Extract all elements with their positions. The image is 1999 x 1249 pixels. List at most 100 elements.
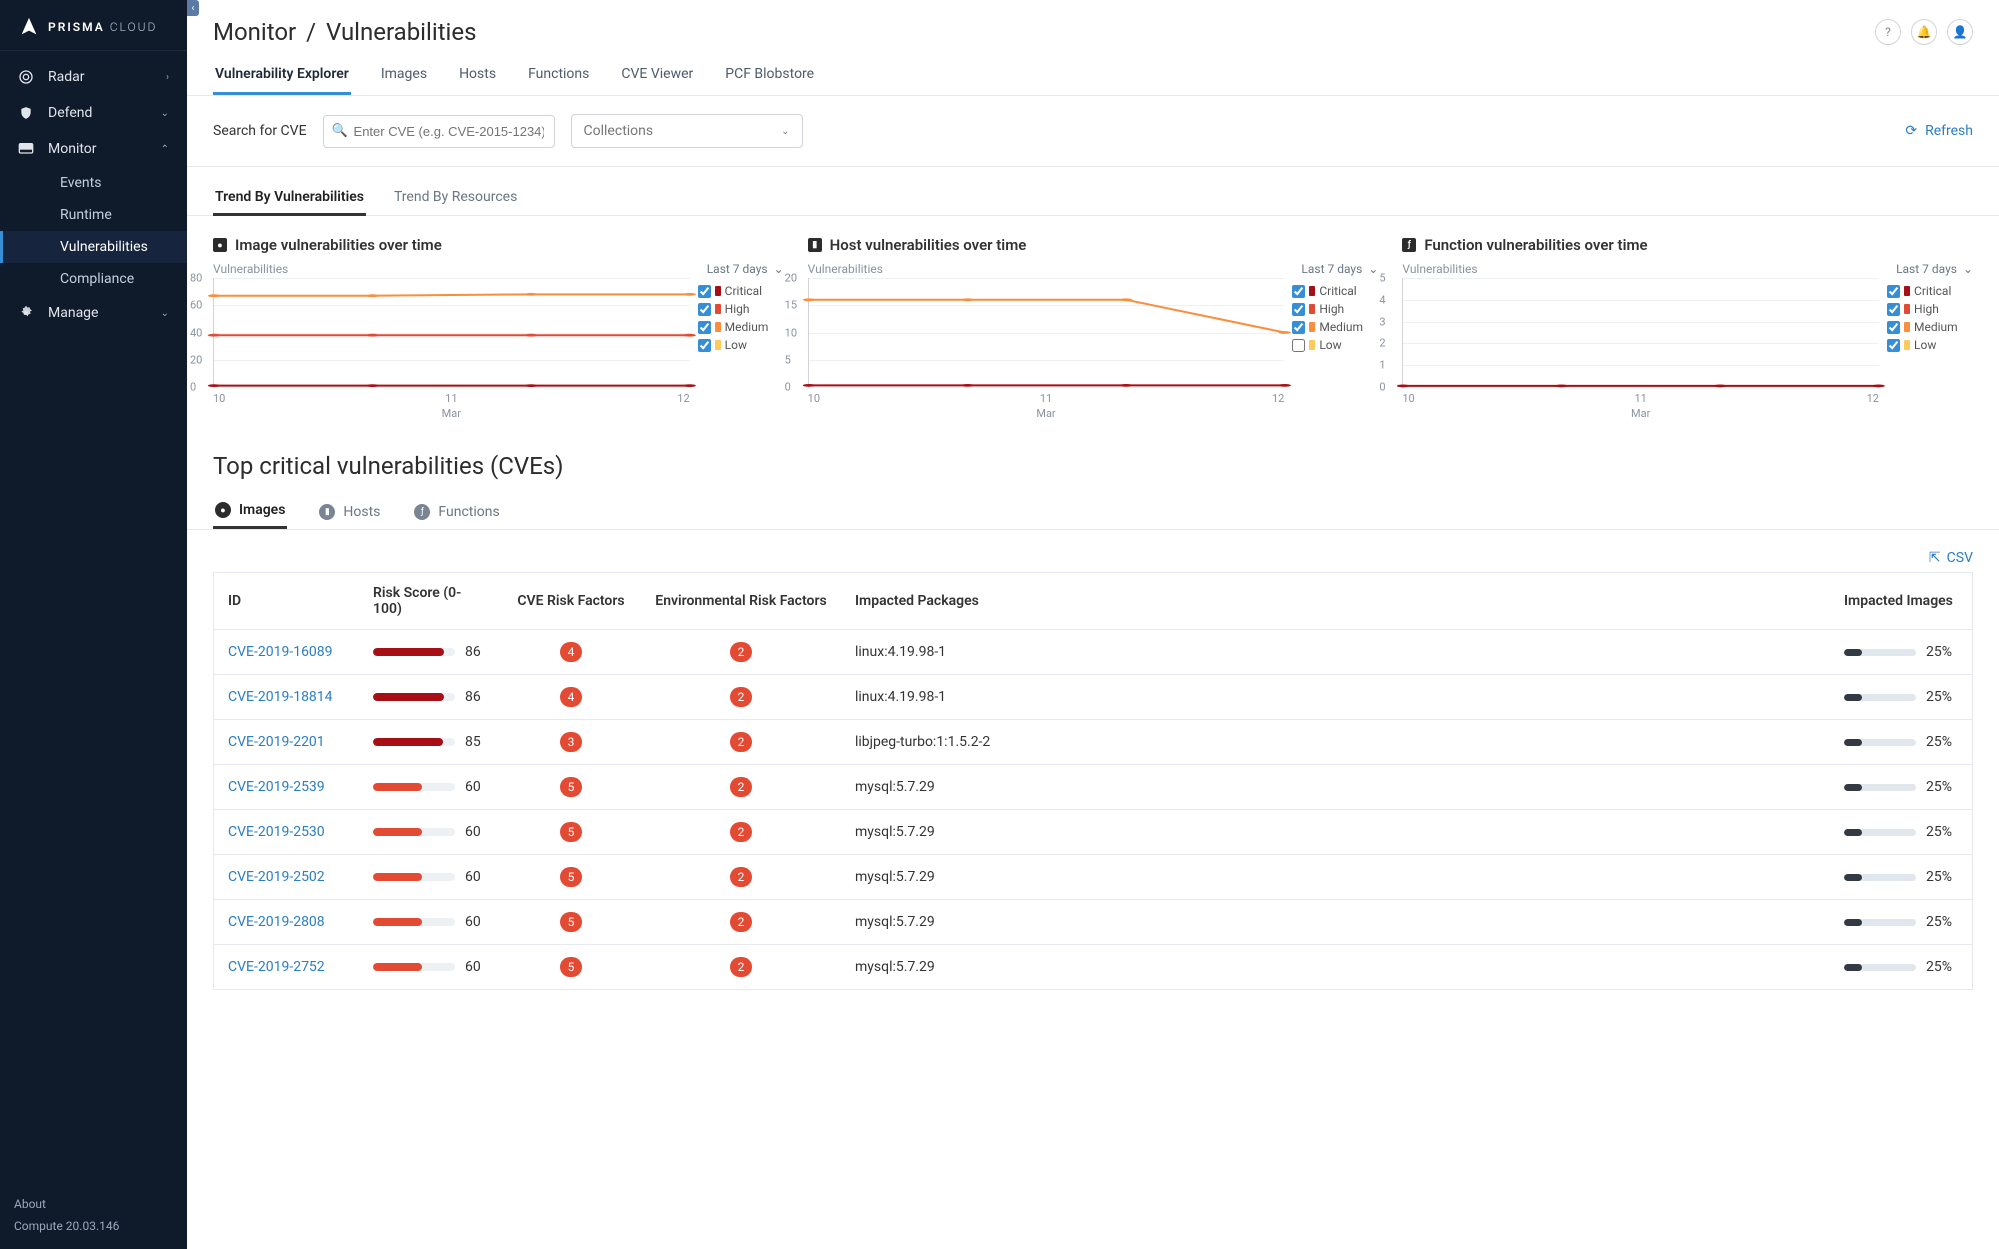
time-range-select[interactable]: Last 7 days ⌄ (1301, 262, 1378, 276)
chart-plot: 05101520 (808, 278, 1285, 388)
chart-legend: Critical High Medium Low (698, 278, 784, 420)
nav-manage[interactable]: Manage ⌄ (0, 295, 187, 331)
legend-item-low[interactable]: Low (1887, 338, 1973, 352)
tab-pcf-blobstore[interactable]: PCF Blobstore (723, 56, 816, 95)
legend-checkbox[interactable] (698, 303, 711, 316)
th-pkg[interactable]: Impacted Packages (841, 581, 1830, 621)
table-row[interactable]: CVE-2019-188148642linux:4.19.98-125% (213, 675, 1973, 720)
impacted-images-pct: 25% (1926, 824, 1952, 840)
legend-item-high[interactable]: High (698, 302, 784, 316)
th-cverf[interactable]: CVE Risk Factors (501, 581, 641, 621)
chart-title-text: Function vulnerabilities over time (1424, 236, 1647, 254)
table-row[interactable]: CVE-2019-22018532libjpeg-turbo:1:1.5.2-2… (213, 720, 1973, 765)
about-link[interactable]: About (14, 1193, 173, 1215)
refresh-button[interactable]: ⟳ Refresh (1905, 123, 1973, 139)
table-row[interactable]: CVE-2019-25306052mysql:5.7.2925% (213, 810, 1973, 855)
legend-checkbox[interactable] (698, 339, 711, 352)
tab-cve-viewer[interactable]: CVE Viewer (619, 56, 695, 95)
legend-item-medium[interactable]: Medium (1887, 320, 1973, 334)
notifications-button[interactable]: 🔔 (1911, 19, 1937, 45)
legend-checkbox[interactable] (698, 285, 711, 298)
severity-color-icon (1904, 286, 1910, 296)
collections-select[interactable]: Collections ⌄ (571, 114, 803, 148)
table-row[interactable]: CVE-2019-25396052mysql:5.7.2925% (213, 765, 1973, 810)
th-risk[interactable]: Risk Score (0-100) (359, 573, 501, 629)
legend-item-critical[interactable]: Critical (1887, 284, 1973, 298)
tab-images[interactable]: Images (379, 56, 429, 95)
subnav-compliance[interactable]: Compliance (0, 263, 187, 295)
table-row[interactable]: CVE-2019-27526052mysql:5.7.2925% (213, 945, 1973, 990)
time-range-select[interactable]: Last 7 days ⌄ (1896, 262, 1973, 276)
table-row[interactable]: CVE-2019-160898642linux:4.19.98-125% (213, 630, 1973, 675)
nav-label: Defend (48, 105, 92, 121)
table-row[interactable]: CVE-2019-25026052mysql:5.7.2925% (213, 855, 1973, 900)
scope-tab-hosts[interactable]: ▮Hosts (317, 494, 382, 529)
legend-item-critical[interactable]: Critical (698, 284, 784, 298)
nav-monitor[interactable]: Monitor ⌃ (0, 131, 187, 167)
cve-link[interactable]: CVE-2019-2539 (228, 779, 325, 795)
legend-item-high[interactable]: High (1887, 302, 1973, 316)
monitor-icon (18, 141, 34, 157)
csv-export-button[interactable]: ⇱ CSV (1929, 550, 1973, 566)
legend-checkbox[interactable] (1887, 303, 1900, 316)
severity-color-icon (715, 304, 721, 314)
time-range-select[interactable]: Last 7 days ⌄ (707, 262, 784, 276)
legend-checkbox[interactable] (1887, 321, 1900, 334)
subnav-events[interactable]: Events (0, 167, 187, 199)
tab-functions[interactable]: Functions (526, 56, 591, 95)
legend-checkbox[interactable] (1887, 339, 1900, 352)
legend-item-medium[interactable]: Medium (698, 320, 784, 334)
legend-item-low[interactable]: Low (1292, 338, 1378, 352)
legend-item-high[interactable]: High (1292, 302, 1378, 316)
prisma-logo-icon (18, 16, 40, 38)
subnav-vulnerabilities[interactable]: Vulnerabilities (0, 231, 187, 263)
cve-risk-factor-badge: 5 (560, 777, 582, 797)
scope-icon: ● (215, 502, 231, 518)
scope-tab-images[interactable]: ●Images (213, 494, 287, 529)
trend-tab-trend-by-vulnerabilities[interactable]: Trend By Vulnerabilities (213, 181, 366, 216)
trend-tab-trend-by-resources[interactable]: Trend By Resources (392, 181, 519, 216)
tab-vulnerability-explorer[interactable]: Vulnerability Explorer (213, 56, 351, 95)
cve-link[interactable]: CVE-2019-16089 (228, 644, 333, 660)
nav-label: Manage (48, 305, 98, 321)
table-row[interactable]: CVE-2019-28086052mysql:5.7.2925% (213, 900, 1973, 945)
cve-link[interactable]: CVE-2019-2201 (228, 734, 325, 750)
legend-checkbox[interactable] (1292, 339, 1305, 352)
user-button[interactable]: 👤 (1947, 19, 1973, 45)
legend-checkbox[interactable] (1292, 285, 1305, 298)
version-text: Compute 20.03.146 (14, 1215, 173, 1237)
cve-link[interactable]: CVE-2019-2502 (228, 869, 325, 885)
risk-score: 85 (373, 734, 487, 750)
scope-tab-functions[interactable]: ƒFunctions (412, 494, 501, 529)
impacted-images: 25% (1844, 959, 1958, 975)
legend-checkbox[interactable] (1887, 285, 1900, 298)
legend-checkbox[interactable] (1292, 303, 1305, 316)
chevron-down-icon: ⌄ (161, 108, 169, 119)
cve-link[interactable]: CVE-2019-2752 (228, 959, 325, 975)
legend-item-medium[interactable]: Medium (1292, 320, 1378, 334)
chart-title-text: Host vulnerabilities over time (830, 236, 1027, 254)
cve-link[interactable]: CVE-2019-2530 (228, 824, 325, 840)
severity-color-icon (1904, 340, 1910, 350)
legend-label: Critical (1914, 284, 1951, 298)
cve-link[interactable]: CVE-2019-2808 (228, 914, 325, 930)
legend-checkbox[interactable] (698, 321, 711, 334)
cve-search-input[interactable] (323, 115, 555, 148)
help-button[interactable]: ? (1875, 19, 1901, 45)
nav-radar[interactable]: Radar › (0, 59, 187, 95)
cve-link[interactable]: CVE-2019-18814 (228, 689, 333, 705)
legend-item-low[interactable]: Low (698, 338, 784, 352)
nav-defend[interactable]: Defend ⌄ (0, 95, 187, 131)
th-envrf[interactable]: Environmental Risk Factors (641, 581, 841, 621)
impacted-images-pct: 25% (1926, 689, 1952, 705)
legend-item-critical[interactable]: Critical (1292, 284, 1378, 298)
tab-hosts[interactable]: Hosts (457, 56, 498, 95)
subnav-runtime[interactable]: Runtime (0, 199, 187, 231)
th-img[interactable]: Impacted Images (1830, 581, 1972, 621)
sidebar-collapse-button[interactable]: ‹ (187, 0, 199, 16)
legend-checkbox[interactable] (1292, 321, 1305, 334)
th-id[interactable]: ID (214, 581, 359, 621)
risk-score-value: 60 (465, 914, 481, 930)
impacted-package: libjpeg-turbo:1:1.5.2-2 (841, 722, 1830, 762)
impacted-package: mysql:5.7.29 (841, 947, 1830, 987)
